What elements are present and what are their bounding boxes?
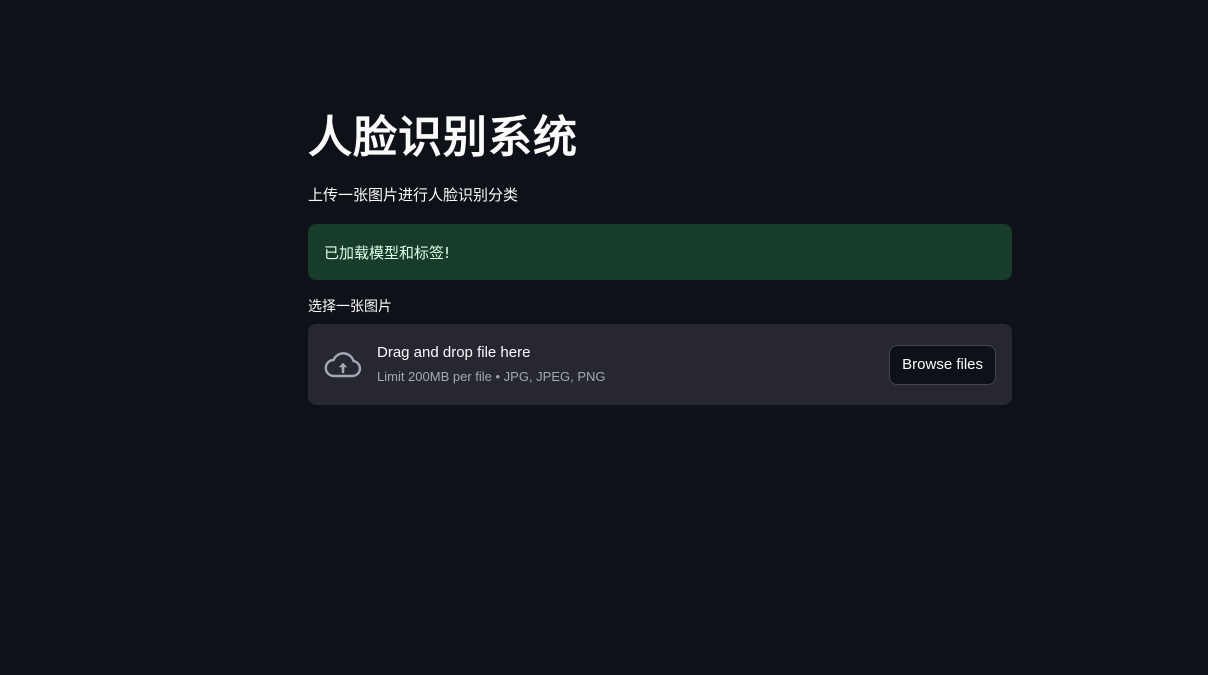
file-uploader-label: 选择一张图片 — [308, 299, 392, 315]
file-dropzone[interactable]: Drag and drop file here Limit 200MB per … — [308, 324, 1012, 405]
page-title: 人脸识别系统 — [308, 112, 578, 163]
dropzone-instructions: Drag and drop file here Limit 200MB per … — [377, 343, 889, 386]
page-subtitle: 上传一张图片进行人脸识别分类 — [308, 186, 519, 204]
browse-files-button[interactable]: Browse files — [889, 344, 996, 385]
dropzone-limit-hint: Limit 200MB per file • JPG, JPEG, PNG — [377, 369, 606, 384]
cloud-upload-icon — [324, 351, 362, 379]
success-alert-message: 已加载模型和标签! — [324, 243, 451, 262]
dropzone-title: Drag and drop file here — [377, 344, 531, 361]
success-alert: 已加载模型和标签! — [308, 224, 1012, 280]
